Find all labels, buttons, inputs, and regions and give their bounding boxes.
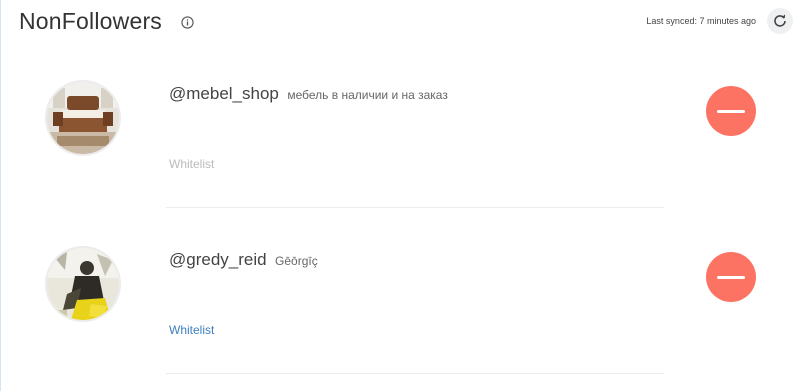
minus-icon — [717, 109, 745, 113]
info-icon[interactable] — [181, 16, 194, 29]
refresh-icon — [774, 14, 786, 27]
whitelist-link[interactable]: Whitelist — [169, 323, 214, 337]
page-title: NonFollowers — [19, 8, 163, 34]
divider — [166, 207, 664, 208]
header: NonFollowers Last synced: 7 minutes ago — [1, 0, 800, 46]
remove-button[interactable] — [706, 86, 756, 136]
full-name: мебель в наличии и на заказ — [287, 88, 448, 102]
list-item: @gredy_reid Gēōrgīç Whitelist — [1, 212, 800, 378]
username[interactable]: @gredy_reid — [169, 250, 267, 269]
remove-button[interactable] — [706, 252, 756, 302]
avatar-image — [47, 248, 119, 320]
nonfollowers-panel: NonFollowers Last synced: 7 minutes ago — [0, 0, 800, 391]
user-line: @mebel_shop мебель в наличии и на заказ — [169, 84, 448, 104]
minus-icon — [717, 275, 745, 279]
full-name: Gēōrgīç — [275, 254, 318, 268]
divider — [166, 373, 664, 374]
list-item: @mebel_shop мебель в наличии и на заказ … — [1, 46, 800, 212]
whitelist-link[interactable]: Whitelist — [169, 157, 214, 171]
username[interactable]: @mebel_shop — [169, 84, 279, 103]
avatar-image — [47, 82, 119, 154]
refresh-button[interactable] — [767, 8, 793, 34]
avatar[interactable] — [47, 248, 119, 320]
avatar[interactable] — [47, 82, 119, 154]
user-line: @gredy_reid Gēōrgīç — [169, 250, 318, 270]
last-synced-text: Last synced: 7 minutes ago — [646, 16, 756, 26]
